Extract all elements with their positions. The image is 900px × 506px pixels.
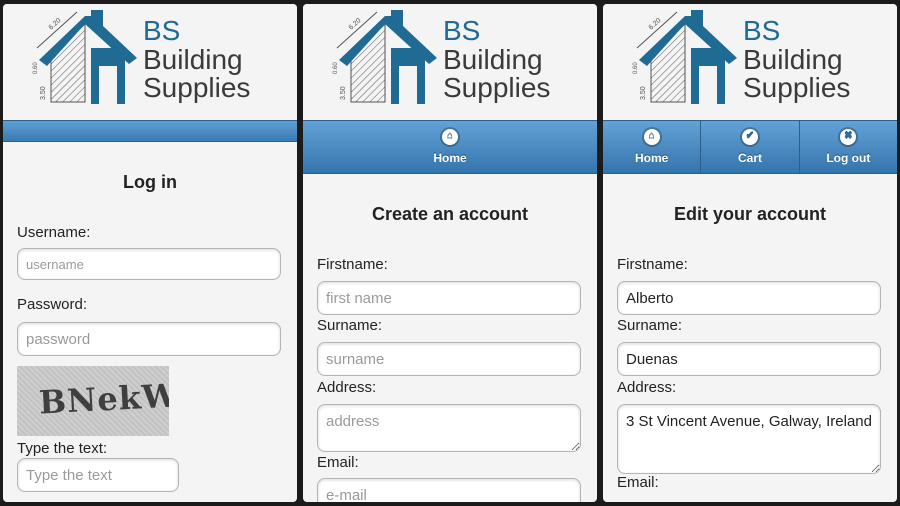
nav-home-button[interactable]: ⌂ Home	[603, 121, 702, 173]
logo-line2: Supplies	[443, 72, 551, 103]
logo: 6.20 3.50 0.60 BS Building Supplies	[603, 4, 897, 120]
email-label: Email:	[317, 454, 359, 471]
login-panel: 6.20 3.50 0.60 BS Building Supplies Log …	[3, 4, 297, 502]
firstname-input[interactable]	[317, 281, 581, 315]
svg-text:6.20: 6.20	[48, 17, 63, 31]
address-input[interactable]: 3 St Vincent Avenue, Galway, Ireland	[617, 404, 881, 474]
home-icon: ⌂	[643, 129, 660, 145]
logo-initials: BS	[743, 15, 781, 46]
navbar: ⌂ Home ✔ Cart ✖ Log out	[603, 120, 897, 174]
username-input[interactable]	[17, 248, 281, 280]
house-logo-icon: 6.20 3.50 0.60	[633, 10, 737, 104]
logo-initials: BS	[143, 15, 181, 46]
firstname-label: Firstname:	[317, 256, 388, 273]
surname-label: Surname:	[617, 317, 683, 334]
svg-text:0.60: 0.60	[633, 62, 639, 74]
house-logo-icon: 6.20 3.50 0.60	[33, 10, 137, 104]
surname-input[interactable]	[617, 342, 881, 376]
nav-home-label: Home	[433, 151, 467, 165]
check-icon: ✔	[741, 129, 758, 145]
create-account-panel: 6.20 3.50 0.60 BS Building Supplies ⌂ Ho…	[303, 4, 597, 502]
surname-label: Surname:	[317, 317, 383, 334]
logo-line1: Building	[143, 44, 243, 75]
captcha-image: BNekW	[17, 366, 169, 436]
logo-initials: BS	[443, 15, 481, 46]
captcha-input[interactable]	[17, 458, 179, 492]
svg-text:3.50: 3.50	[640, 86, 647, 100]
page-title: Edit your account	[673, 204, 826, 224]
svg-text:0.60: 0.60	[333, 62, 339, 74]
svg-text:6.20: 6.20	[648, 17, 663, 31]
navbar	[3, 120, 297, 142]
page-title: Create an account	[371, 204, 529, 224]
nav-home-button[interactable]: ⌂ Home	[303, 121, 597, 173]
address-label: Address:	[617, 379, 677, 396]
logo-line2: Supplies	[143, 72, 251, 103]
nav-cart-label: Cart	[737, 151, 762, 165]
house-logo-icon: 6.20 3.50 0.60	[333, 10, 437, 104]
surname-input[interactable]	[317, 342, 581, 376]
logo-line1: Building	[743, 44, 843, 75]
logo: 6.20 3.50 0.60 BS Building Supplies	[3, 4, 297, 120]
home-icon: ⌂	[442, 129, 458, 145]
nav-logout-label: Log out	[826, 151, 871, 165]
address-label: Address:	[317, 379, 377, 396]
logo-line1: Building	[443, 44, 543, 75]
nav-cart-button[interactable]: ✔ Cart	[701, 121, 800, 173]
address-input[interactable]	[317, 404, 581, 452]
captcha-text: BNekW	[38, 376, 169, 422]
close-icon: ✖	[840, 129, 857, 145]
password-input[interactable]	[17, 322, 281, 356]
firstname-input[interactable]	[617, 281, 881, 315]
navbar: ⌂ Home	[303, 120, 597, 174]
svg-text:3.50: 3.50	[40, 86, 47, 100]
svg-text:6.20: 6.20	[348, 17, 363, 31]
svg-text:0.60: 0.60	[33, 62, 39, 74]
email-input[interactable]	[317, 478, 581, 502]
svg-text:3.50: 3.50	[340, 86, 347, 100]
nav-home-label: Home	[634, 151, 669, 165]
edit-account-panel: 6.20 3.50 0.60 BS Building Supplies ⌂ Ho…	[603, 4, 897, 502]
captcha-label: Type the text:	[17, 440, 108, 457]
password-label: Password:	[17, 296, 88, 313]
logo: 6.20 3.50 0.60 BS Building Supplies	[303, 4, 597, 120]
page-title: Log in	[123, 172, 177, 192]
logo-line2: Supplies	[743, 72, 851, 103]
firstname-label: Firstname:	[617, 256, 688, 273]
username-label: Username:	[17, 224, 91, 241]
nav-logout-button[interactable]: ✖ Log out	[800, 121, 897, 173]
email-label: Email:	[617, 474, 659, 491]
